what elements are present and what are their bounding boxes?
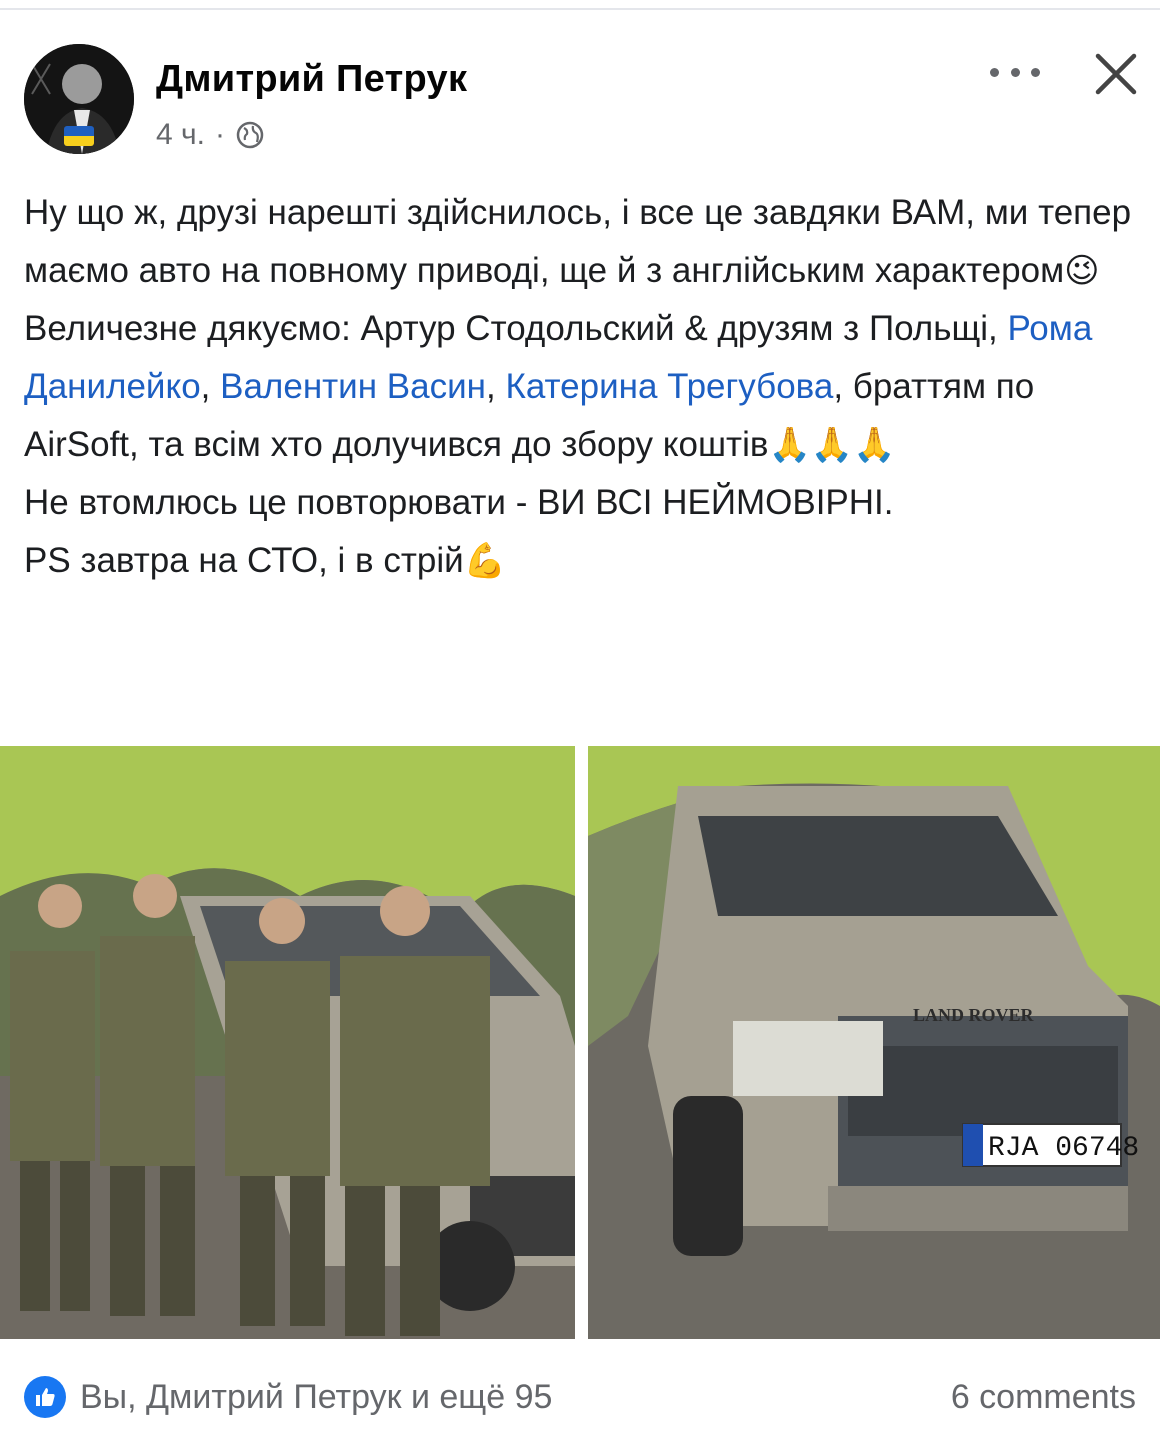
top-divider bbox=[0, 8, 1160, 10]
mention-link[interactable]: Катерина Трегубова bbox=[505, 367, 833, 406]
more-dot-icon bbox=[1010, 67, 1020, 77]
more-options-button[interactable] bbox=[990, 52, 1040, 92]
text-separator: , bbox=[485, 367, 506, 406]
meta-separator: · bbox=[214, 118, 225, 151]
author-name[interactable]: Дмитрий Петрук bbox=[156, 58, 467, 101]
more-dot-icon bbox=[990, 67, 999, 77]
license-plate-text: RJA 06748 bbox=[988, 1133, 1139, 1164]
mention-link[interactable]: Валентин Васин bbox=[220, 367, 486, 406]
ukraine-flag-icon bbox=[64, 126, 94, 146]
post-photo-1[interactable] bbox=[0, 746, 575, 1339]
globe-icon bbox=[236, 121, 264, 149]
more-dot-icon bbox=[1031, 67, 1040, 77]
pray-emoji-icon: 🙏🙏🙏 bbox=[768, 426, 896, 464]
post-photo-2[interactable]: RJA 06748 LAND ROVER bbox=[588, 746, 1160, 1339]
like-reaction-icon bbox=[24, 1376, 66, 1418]
post-paragraph: Ну що ж, друзі нарешті здійснилось, і вс… bbox=[24, 184, 1140, 300]
flexed-arm-emoji-icon: 💪 bbox=[463, 542, 507, 580]
post-paragraph: PS завтра на СТО, і в стрій💪 bbox=[24, 532, 1140, 590]
post-text: Ну що ж, друзі нарешті здійснилось, і вс… bbox=[24, 184, 1140, 590]
post-meta: 4 ч. · bbox=[156, 118, 265, 152]
close-icon[interactable] bbox=[1092, 50, 1140, 98]
text-line: PS завтра на СТО, і в стрій bbox=[24, 541, 464, 580]
post-paragraph: Не втомлюсь це повторювати - ВИ ВСІ НЕЙМ… bbox=[24, 483, 894, 522]
text-line: Ну що ж, друзі нарешті здійснилось, і вс… bbox=[24, 193, 1132, 290]
car-brand-text: LAND ROVER bbox=[913, 1005, 1035, 1025]
reactions-summary[interactable]: Вы, Дмитрий Петрук и ещё 95 bbox=[80, 1376, 552, 1418]
text-line: Величезне дякуємо: Артур Стодольский & д… bbox=[24, 309, 1008, 348]
wink-emoji-icon: 😉 bbox=[1064, 252, 1100, 290]
text-separator: , bbox=[200, 367, 221, 406]
comments-count[interactable]: 6 comments bbox=[951, 1376, 1136, 1418]
post-paragraph: Величезне дякуємо: Артур Стодольский & д… bbox=[24, 300, 1140, 474]
post-time[interactable]: 4 ч. bbox=[156, 118, 205, 152]
